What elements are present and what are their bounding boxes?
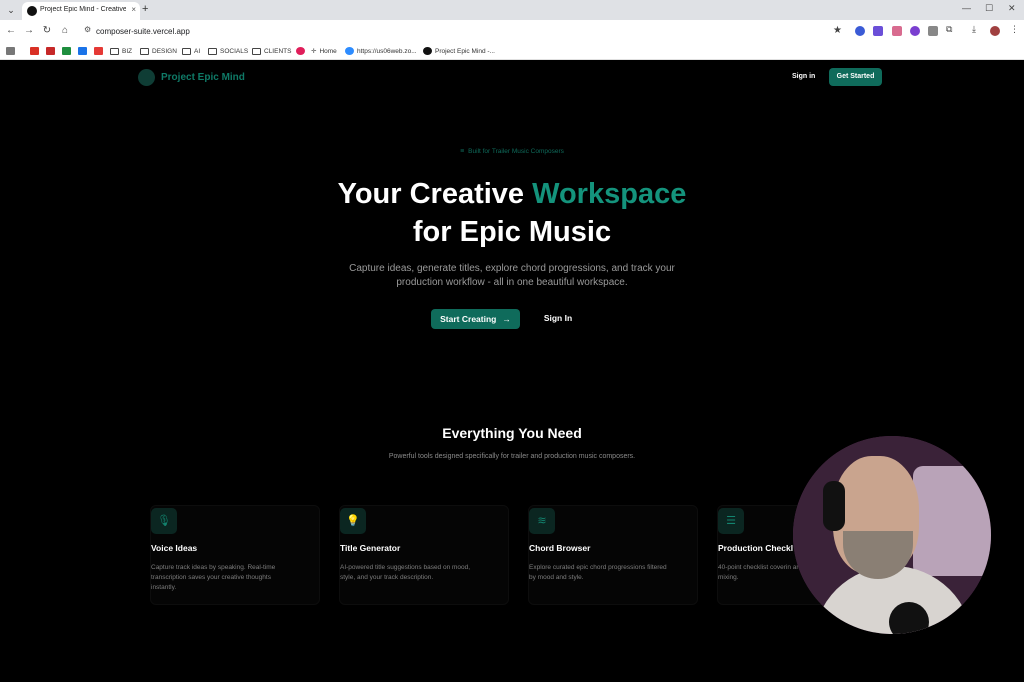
hero-badge: ≡ Built for Trailer Music Composers [0, 148, 1024, 155]
bookmark-folder-biz[interactable]: BIZ [110, 45, 132, 57]
bookmark-home[interactable]: ✛ Home [311, 45, 337, 57]
feature-card-voice-ideas: 🎙 Voice Ideas Capture track ideas by spe… [150, 505, 320, 605]
menu-lines-icon: ≡ [460, 148, 465, 155]
feature-card-title-generator: 💡 Title Generator AI-powered title sugge… [339, 505, 509, 605]
menu-icon[interactable]: ⋮ [1010, 24, 1019, 35]
back-icon[interactable]: ← [5, 25, 17, 36]
bookmark-slack[interactable] [296, 45, 305, 57]
extension-4-icon[interactable] [910, 26, 920, 36]
arrow-right-icon: → [502, 314, 511, 324]
extensions-icon[interactable]: ⧉ [946, 24, 952, 35]
brand-link[interactable]: Project Epic Mind [138, 69, 245, 86]
badge-text: Built for Trailer Music Composers [468, 148, 564, 155]
bookmark-zoom[interactable]: https://us06web.zo... [345, 45, 417, 57]
browser-tabstrip: ⌄ Project Epic Mind - Creative To × + — … [0, 0, 1024, 20]
browser-tab[interactable]: Project Epic Mind - Creative To × [22, 2, 140, 20]
apps-icon[interactable] [6, 45, 15, 57]
gmail-icon[interactable] [30, 45, 39, 57]
profile-avatar[interactable] [990, 26, 1000, 36]
brand-logo-icon [138, 69, 155, 86]
feature-card-chord-browser: ≋ Chord Browser Explore curated epic cho… [528, 505, 698, 605]
new-tab-icon[interactable]: + [142, 3, 148, 15]
drive-icon[interactable] [62, 45, 71, 57]
home-bookmark-icon: ✛ [311, 48, 317, 55]
close-window-icon[interactable]: ✕ [1008, 3, 1016, 14]
bookmark-epic-mind[interactable]: Project Epic Mind -... [423, 45, 495, 57]
maximize-icon[interactable]: ☐ [985, 3, 993, 14]
url-text: composer-suite.vercel.app [96, 27, 190, 36]
waves-icon: ≋ [529, 508, 555, 534]
tab-favicon-icon [27, 6, 37, 16]
headphones-icon [823, 481, 845, 531]
site-info-icon[interactable]: ⚙ [84, 25, 91, 34]
hero-sign-in-button[interactable]: Sign In [536, 313, 580, 323]
feature-card-title: Production Checkl [718, 543, 794, 553]
reload-icon[interactable]: ↻ [41, 25, 53, 36]
extension-2-icon[interactable] [873, 26, 883, 36]
x-icon[interactable] [46, 45, 55, 57]
browser-toolbar: ← → ↻ ⌂ ⚙ composer-suite.vercel.app ★ ⧉ … [0, 20, 1024, 42]
download-icon[interactable]: ⤓ [972, 24, 976, 35]
feature-card-title: Title Generator [340, 543, 401, 553]
extension-5-icon[interactable] [928, 26, 938, 36]
folder-icon [182, 47, 191, 55]
minimize-icon[interactable]: — [962, 3, 971, 13]
folder-icon [140, 47, 149, 55]
feature-card-title: Chord Browser [529, 543, 591, 553]
webcam-wall-light [913, 466, 991, 576]
tab-title: Project Epic Mind - Creative To [40, 6, 126, 13]
get-started-button[interactable]: Get Started [829, 68, 882, 86]
feature-card-desc: Capture track ideas by speaking. Real-ti… [151, 564, 276, 591]
folder-icon [252, 47, 261, 55]
microphone-icon: 🎙 [151, 508, 177, 534]
bookmark-folder-clients[interactable]: CLIENTS [252, 45, 291, 57]
hero-title-line1: Your Creative Workspace [337, 178, 687, 210]
bookmark-folder-ai[interactable]: AI [182, 45, 200, 57]
feature-card-desc: AI-powered title suggestions based on mo… [340, 564, 471, 581]
home-icon[interactable]: ⌂ [59, 25, 71, 36]
bookmark-star-icon[interactable]: ★ [833, 25, 842, 36]
forward-icon[interactable]: → [23, 25, 35, 36]
hero-title-line2: for Epic Music [412, 216, 612, 248]
feature-card-desc: Explore curated epic chord progressions … [529, 564, 667, 581]
microphone-shape [889, 602, 929, 634]
folder-icon [208, 47, 217, 55]
extension-3-icon[interactable] [892, 26, 902, 36]
bookmark-red-icon[interactable] [94, 45, 103, 57]
bookmark-icon[interactable] [78, 45, 87, 57]
webcam-overlay [793, 436, 991, 634]
tab-search-icon[interactable]: ⌄ [4, 3, 18, 17]
close-tab-icon[interactable]: × [131, 5, 136, 14]
hero-subtitle-line1: Capture ideas, generate titles, explore … [349, 263, 675, 274]
start-creating-label: Start Creating [440, 314, 497, 324]
hero-title-accent: Workspace [532, 178, 687, 210]
page-content: Project Epic Mind Sign in Get Started ≡ B… [0, 61, 1024, 682]
bookmark-folder-socials[interactable]: SOCIALS [208, 45, 248, 57]
extension-1-icon[interactable] [855, 26, 865, 36]
brand-name: Project Epic Mind [161, 72, 245, 83]
address-bar[interactable]: ⚙ composer-suite.vercel.app ★ [78, 23, 848, 39]
bookmark-folder-design[interactable]: DESIGN [140, 45, 177, 57]
feature-card-title: Voice Ideas [151, 543, 198, 553]
start-creating-button[interactable]: Start Creating → [431, 309, 520, 329]
checklist-icon: ☰ [718, 508, 744, 534]
nav-sign-in-link[interactable]: Sign in [792, 73, 815, 80]
bookmarks-bar: BIZ DESIGN AI SOCIALS CLIENTS ✛ Home http… [0, 42, 1024, 60]
folder-icon [110, 47, 119, 55]
hero-subtitle-line2: production workflow - all in one beautif… [396, 277, 628, 288]
lightbulb-icon: 💡 [340, 508, 366, 534]
